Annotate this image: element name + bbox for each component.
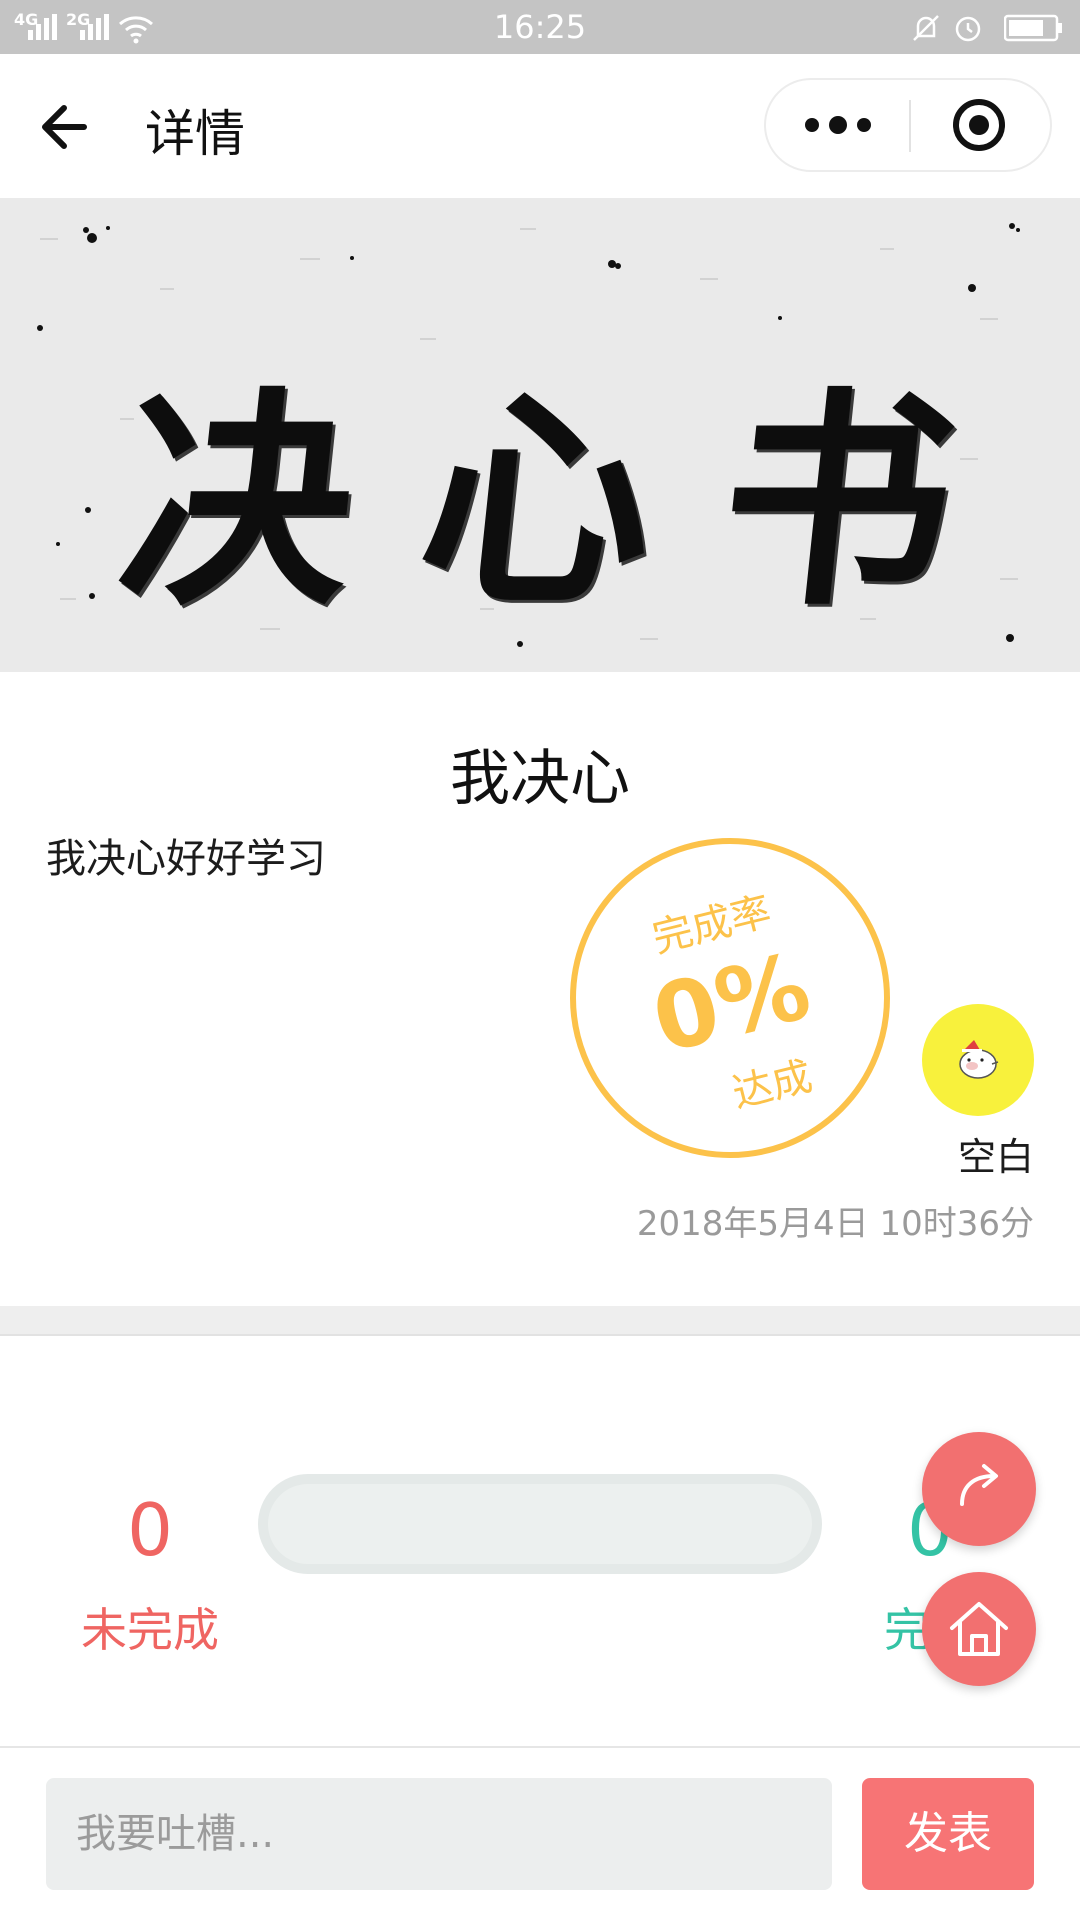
incomplete-label: 未完成 [81,1603,219,1657]
progress-bar [258,1474,822,1574]
more-dots-icon [805,116,871,134]
page-title: 详情 [145,105,245,163]
share-button[interactable] [922,1432,1036,1546]
target-circle-icon [953,99,1005,151]
comment-bar: 发表 [0,1746,1080,1922]
resolution-title: 我决心 [450,744,630,814]
completion-rate-stamp: 完成率 0% 达成 [570,838,890,1158]
resolution-body: 我决心好好学习 [46,836,326,882]
post-timestamp: 2018年5月4日 10时36分 [636,1204,1034,1244]
section-divider [0,1306,1080,1336]
back-button[interactable] [30,92,100,162]
battery-icon [1004,14,1062,42]
home-button[interactable] [922,1572,1036,1686]
share-arrow-icon [960,1464,998,1506]
post-button[interactable]: 发表 [862,1778,1034,1890]
banner-title: 决心书 [108,367,1038,637]
author-avatar[interactable] [922,1004,1034,1116]
author-name: 空白 [957,1135,1034,1179]
more-button[interactable] [766,80,909,170]
status-bar: 4G 2G 16:25 [0,0,1080,54]
alarm-icon [955,16,981,42]
nav-bar: 详情 [0,54,1080,198]
close-miniprogram-button[interactable] [911,80,1052,170]
comment-input[interactable] [46,1778,832,1890]
banner-image: 决心书 [0,198,1080,672]
mute-bell-icon [913,15,939,41]
pig-avatar-icon [959,1040,999,1079]
mini-program-capsule [764,78,1052,172]
completion-rate-stamp-inner: 完成率 0% 达成 [543,811,916,1184]
arrow-left-icon [42,105,87,149]
incomplete-count: 0 [127,1488,173,1572]
home-icon [950,1602,1008,1656]
